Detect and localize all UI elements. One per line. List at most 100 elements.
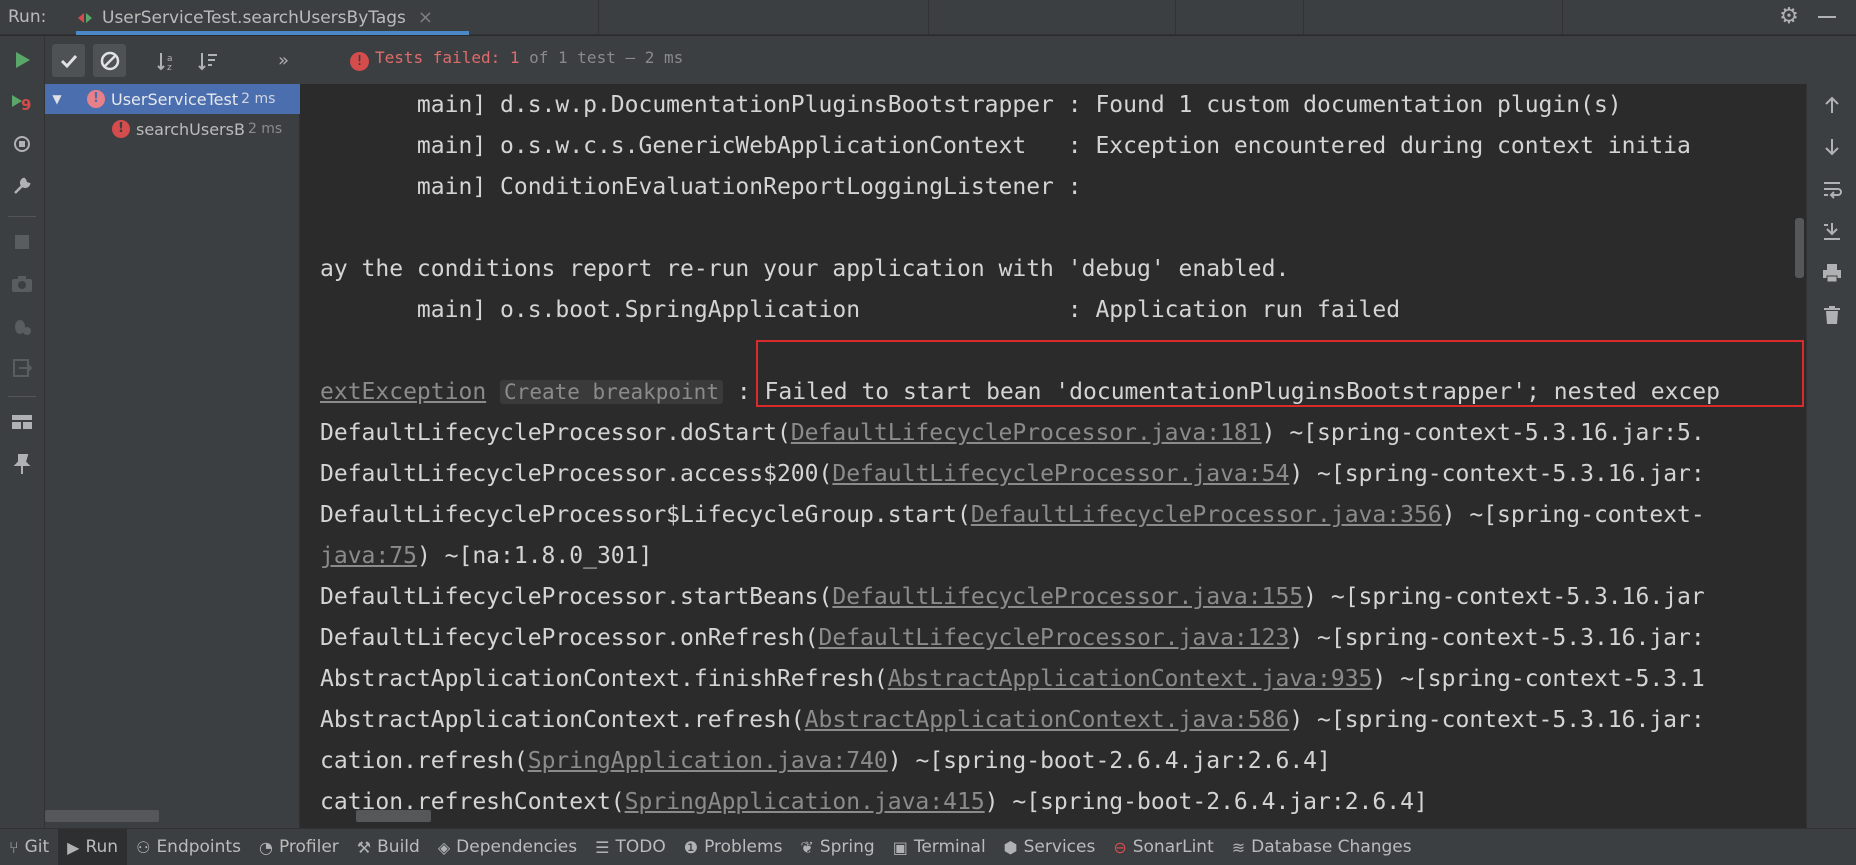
source-link[interactable]: java:75 <box>320 543 417 569</box>
toggle-auto-test-button[interactable] <box>8 130 36 158</box>
tool-window-services[interactable]: ⬢ Services <box>995 829 1105 865</box>
database-icon: ≋ <box>1231 837 1246 857</box>
checkmark-icon <box>60 54 77 68</box>
test-config-icon <box>76 9 94 27</box>
debug-settings-button[interactable] <box>8 312 36 340</box>
tool-window-sonarlint[interactable]: ⊖ SonarLint <box>1104 829 1222 865</box>
tool-window-build[interactable]: ⚒ Build <box>348 829 429 865</box>
soft-wrap-icon[interactable] <box>1819 178 1845 204</box>
divider <box>598 0 599 35</box>
divider <box>1562 0 1563 35</box>
error-icon: ! <box>350 52 369 71</box>
sonarlint-icon: ⊖ <box>1113 837 1127 857</box>
rerun-failed-tests-button[interactable]: 9 <box>8 88 36 116</box>
tool-window-dependencies[interactable]: ◈ Dependencies <box>429 829 586 865</box>
divider <box>8 396 36 397</box>
source-link[interactable]: DefaultLifecycleProcessor.java:54 <box>832 461 1289 487</box>
console-line: ay the conditions report re-run your app… <box>320 256 1290 282</box>
source-link[interactable]: AbstractApplicationContext.java:586 <box>805 707 1290 733</box>
tool-window-terminal[interactable]: ▣ Terminal <box>884 829 995 865</box>
trash-icon[interactable] <box>1819 304 1845 330</box>
bug-gear-icon <box>15 320 31 335</box>
pin-tab-button[interactable] <box>8 450 36 478</box>
source-link[interactable]: DefaultLifecycleProcessor.java:356 <box>971 502 1442 528</box>
stack-trace-line: DefaultLifecycleProcessor$LifecycleGroup… <box>320 502 1705 528</box>
horizontal-scrollbar[interactable] <box>356 810 431 822</box>
tree-node-label: searchUsersB <box>136 119 245 139</box>
sort-alphabetically-button[interactable]: az <box>150 44 183 77</box>
minimize-icon[interactable] <box>1818 16 1836 18</box>
exception-link[interactable]: extException <box>320 379 486 405</box>
chevron-down-icon[interactable]: ▼ <box>45 92 69 106</box>
stop-button[interactable] <box>8 228 36 256</box>
tool-window-problems[interactable]: ❶ Problems <box>675 829 792 865</box>
vertical-scrollbar[interactable] <box>1795 218 1804 278</box>
stack-trace-line: DefaultLifecycleProcessor.access$200(Def… <box>320 461 1705 487</box>
console-line: main] o.s.w.c.s.GenericWebApplicationCon… <box>320 133 1691 159</box>
show-ignored-toggle[interactable] <box>93 44 126 77</box>
rerun-failed-icon: 9 <box>12 95 31 114</box>
console-output[interactable]: main] d.s.w.p.DocumentationPluginsBootst… <box>300 84 1806 828</box>
stack-trace-line: DefaultLifecycleProcessor.onRefresh(Defa… <box>320 625 1705 651</box>
tree-node-time: 2 ms <box>241 91 276 107</box>
show-passed-toggle[interactable] <box>52 44 85 77</box>
test-results-tree: ▼ ! UserServiceTest 2 ms ! searchUsersB … <box>45 84 300 828</box>
stack-trace-line: DefaultLifecycleProcessor.doStart(Defaul… <box>320 420 1705 446</box>
tool-window-todo[interactable]: ☰ TODO <box>586 829 675 865</box>
stack-trace-line: DefaultLifecycleProcessor.startBeans(Def… <box>320 584 1705 610</box>
source-link[interactable]: DefaultLifecycleProcessor.java:181 <box>791 420 1262 446</box>
run-tool-window-header: Run: UserServiceTest.searchUsersByTags ×… <box>0 0 1856 35</box>
stack-trace-line: AbstractApplicationContext.refresh(Abstr… <box>320 707 1705 733</box>
divider <box>1303 0 1304 35</box>
layout-button[interactable] <box>8 408 36 436</box>
stack-trace-line: cation.refreshContext(SpringApplication.… <box>320 789 1428 815</box>
tool-window-database-changes[interactable]: ≋ Database Changes <box>1223 829 1421 865</box>
tree-node-label: UserServiceTest <box>111 89 239 109</box>
tool-window-endpoints[interactable]: ⚇ Endpoints <box>127 829 250 865</box>
settings-wrench-button[interactable] <box>8 172 36 200</box>
run-label: Run: <box>8 7 47 27</box>
exit-icon <box>13 359 33 377</box>
tool-window-spring[interactable]: ❦ Spring <box>791 829 883 865</box>
stack-trace-line: java:75) ~[na:1.8.0_301] <box>320 543 653 569</box>
run-configuration-tab[interactable]: UserServiceTest.searchUsersByTags × <box>76 0 469 35</box>
arrow-down-icon[interactable] <box>1819 136 1845 162</box>
hammer-icon: ⚒ <box>356 837 372 857</box>
source-link[interactable]: AbstractApplicationContext.java:935 <box>888 666 1373 692</box>
close-icon[interactable]: × <box>418 7 433 28</box>
source-link[interactable]: SpringApplication.java:415 <box>625 789 985 815</box>
console-line: main] d.s.w.p.DocumentationPluginsBootst… <box>320 92 1622 118</box>
test-runner-toolbar: az » ! Tests failed: 1 of 1 test – 2 ms <box>45 36 1856 84</box>
exit-button[interactable] <box>8 354 36 382</box>
stack-trace-line: AbstractApplicationContext.finishRefresh… <box>320 666 1705 692</box>
auto-rerun-icon <box>14 136 30 152</box>
tool-window-bar: ⑂ Git ▶ Run ⚇ Endpoints ◔ Profiler ⚒ Build ◈ D… <box>0 828 1856 865</box>
annotation-highlight-box <box>756 340 1804 407</box>
gear-icon[interactable]: ⚙ <box>1777 5 1801 29</box>
pin-icon <box>13 454 31 474</box>
dump-threads-button[interactable] <box>8 270 36 298</box>
create-breakpoint-hint[interactable]: Create breakpoint <box>500 380 723 404</box>
rerun-button[interactable] <box>8 46 36 74</box>
tests-count-text: of 1 test – 2 ms <box>519 48 684 67</box>
tab-title: UserServiceTest.searchUsersByTags <box>102 7 406 28</box>
more-options-button[interactable]: » <box>267 44 300 77</box>
horizontal-scrollbar[interactable] <box>45 810 159 822</box>
terminal-icon: ▣ <box>892 837 908 857</box>
spring-leaf-icon: ❦ <box>800 837 814 857</box>
console-line: main] ConditionEvaluationReportLoggingLi… <box>320 174 1082 200</box>
source-link[interactable]: SpringApplication.java:740 <box>528 748 888 774</box>
tree-node-test-method[interactable]: ! searchUsersB 2 ms <box>45 114 300 144</box>
tree-node-test-class[interactable]: ▼ ! UserServiceTest 2 ms <box>45 84 300 114</box>
arrow-up-icon[interactable] <box>1819 94 1845 120</box>
source-link[interactable]: DefaultLifecycleProcessor.java:155 <box>832 584 1303 610</box>
problems-icon: ❶ <box>683 837 699 857</box>
source-link[interactable]: DefaultLifecycleProcessor.java:123 <box>819 625 1290 651</box>
tool-window-run[interactable]: ▶ Run <box>58 828 128 865</box>
scroll-to-end-icon[interactable] <box>1819 220 1845 246</box>
tool-window-git[interactable]: ⑂ Git <box>0 829 58 865</box>
tool-window-profiler[interactable]: ◔ Profiler <box>250 829 348 865</box>
print-icon[interactable] <box>1819 262 1845 288</box>
dependencies-icon: ◈ <box>437 837 451 857</box>
sort-by-duration-button[interactable] <box>191 44 224 77</box>
